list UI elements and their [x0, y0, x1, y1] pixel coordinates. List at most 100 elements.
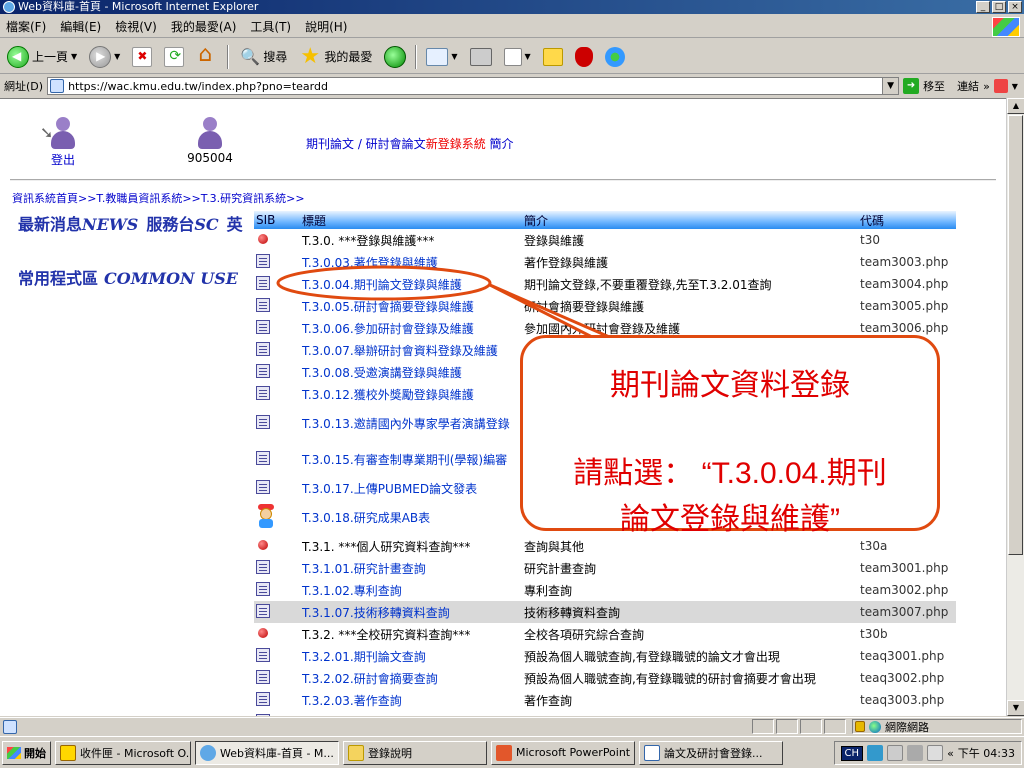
- menu-file[interactable]: 檔案(F): [6, 18, 46, 35]
- stop-icon: [132, 46, 153, 67]
- row-title-link[interactable]: T.3.1.07.技術移轉資料查詢: [300, 601, 522, 623]
- edit-dropdown-icon[interactable]: ▼: [525, 52, 531, 61]
- row-title-link[interactable]: T.3.1.02.專利查詢: [300, 579, 522, 601]
- note-button[interactable]: [540, 43, 566, 71]
- table-row: T.3.2.04.參加國內外研討會查詢參加國內外研討會查詢teaq3004.ph…: [254, 711, 956, 716]
- address-dropdown-icon[interactable]: ▼: [882, 78, 899, 94]
- task-powerpoint[interactable]: Microsoft PowerPoint ...: [491, 740, 635, 765]
- tray-icon[interactable]: [927, 745, 944, 761]
- left-nav: 最新消息NEWS 服務台SC 英 常用程式區 COMMON USE: [18, 211, 258, 289]
- search-button[interactable]: 搜尋: [235, 43, 290, 71]
- system-tray: CH « 下午 04:33: [833, 741, 1022, 765]
- menu-tools[interactable]: 工具(T): [250, 18, 291, 35]
- devil-button[interactable]: [572, 43, 596, 71]
- menu-edit[interactable]: 編輯(E): [60, 18, 101, 35]
- print-button[interactable]: [467, 43, 495, 71]
- nav-service-desk[interactable]: 服務台SC: [146, 211, 218, 235]
- row-title-link[interactable]: T.3.2.04.參加國內外研討會查詢: [300, 711, 522, 717]
- row-title-link[interactable]: T.3.0.05.研討會摘要登錄與維護: [300, 295, 522, 317]
- addon-dropdown-icon[interactable]: ▼: [1012, 82, 1018, 91]
- scroll-down-icon[interactable]: ▼: [1007, 700, 1024, 716]
- user-profile[interactable]: 905004: [182, 117, 238, 165]
- links-chevron-icon[interactable]: »: [983, 80, 990, 93]
- callout-title: 期刊論文資料登錄: [610, 369, 850, 402]
- menu-view[interactable]: 檢視(V): [115, 18, 157, 35]
- row-description: 技術移轉資料查詢: [522, 601, 858, 623]
- table-row: T.3.0.04.期刊論文登錄與維護 期刊論文登錄,不要重覆登錄,先至T.3.2.…: [254, 273, 956, 295]
- toolbar-separator: [415, 44, 418, 69]
- tray-icon[interactable]: [887, 745, 904, 761]
- go-button[interactable]: 移至: [923, 78, 945, 94]
- task-ie[interactable]: Web資料庫-首頁 - M...: [195, 740, 339, 765]
- row-title-link[interactable]: T.3.2.03.著作查詢: [300, 689, 522, 711]
- task-folder[interactable]: 登錄說明: [343, 740, 487, 765]
- tray-icon[interactable]: [867, 745, 884, 761]
- nav-common-use[interactable]: 常用程式區 COMMON USE: [18, 265, 258, 289]
- row-title-link[interactable]: T.3.2.02.研討會摘要查詢: [300, 667, 522, 689]
- forward-button[interactable]: ▼: [86, 43, 123, 71]
- minimize-button[interactable]: _: [976, 1, 990, 13]
- messenger-button[interactable]: [602, 43, 628, 71]
- back-dropdown-icon[interactable]: ▼: [71, 52, 77, 61]
- clock: 下午 04:33: [957, 747, 1015, 760]
- row-title-link[interactable]: T.3.2.01.期刊論文查詢: [300, 645, 522, 667]
- media-button[interactable]: [381, 43, 409, 71]
- breadcrumb[interactable]: 資訊系統首頁>>T.教職員資訊系統>>T.3.研究資訊系統>>: [12, 190, 305, 206]
- row-code: team3002.php: [860, 583, 949, 597]
- folder-icon: [348, 744, 364, 761]
- address-url: https://wac.kmu.edu.tw/index.php?pno=tea…: [68, 79, 328, 93]
- links-button[interactable]: 連結: [957, 78, 979, 94]
- logout-link[interactable]: ➘ 登出: [38, 117, 88, 168]
- printer-icon: [469, 47, 492, 66]
- row-code: team3007.php: [858, 601, 956, 623]
- maximize-button[interactable]: □: [992, 1, 1006, 13]
- lock-icon: [855, 721, 865, 732]
- scroll-thumb[interactable]: [1008, 115, 1023, 555]
- callout-instruction-line2: 論文登錄與維護”: [620, 503, 840, 536]
- document-icon: [256, 669, 270, 684]
- document-icon: [256, 341, 270, 356]
- row-title-link[interactable]: T.3.0.06.參加研討會登錄及維護: [300, 317, 522, 339]
- forward-dropdown-icon[interactable]: ▼: [114, 52, 120, 61]
- mail-dropdown-icon[interactable]: ▼: [451, 52, 457, 61]
- row-title-link[interactable]: T.3.1.01.研究計畫查詢: [300, 557, 522, 579]
- refresh-button[interactable]: [161, 43, 187, 71]
- row-title-link[interactable]: T.3.0.18.研究成果AB表: [300, 499, 522, 535]
- back-button[interactable]: 上一頁 ▼: [4, 43, 80, 71]
- row-title-link[interactable]: T.3.0.04.期刊論文登錄與維護: [300, 273, 522, 295]
- row-title-link[interactable]: T.3.0.07.舉辦研討會資料登錄及維護: [300, 339, 522, 361]
- page-title[interactable]: 期刊論文 / 研討會論文新登錄系統 簡介: [306, 135, 514, 152]
- favorites-button[interactable]: 我的最愛: [296, 43, 375, 71]
- menu-favorites[interactable]: 我的最愛(A): [171, 18, 237, 35]
- address-input[interactable]: https://wac.kmu.edu.tw/index.php?pno=tea…: [47, 77, 900, 95]
- row-title-link[interactable]: T.3.0.08.受邀演講登錄與維護: [300, 361, 522, 383]
- ime-indicator[interactable]: CH: [840, 745, 864, 761]
- close-button[interactable]: ×: [1008, 1, 1022, 13]
- task-document[interactable]: 論文及研討會登錄...: [639, 740, 783, 765]
- menu-help[interactable]: 說明(H): [305, 18, 347, 35]
- nav-english[interactable]: 英: [227, 211, 243, 235]
- scroll-up-icon[interactable]: ▲: [1007, 98, 1024, 114]
- edit-button[interactable]: ▼: [501, 43, 534, 71]
- row-title-link[interactable]: T.3.0.12.獲校外獎勵登錄與維護: [300, 383, 522, 405]
- nav-news[interactable]: 最新消息NEWS: [18, 211, 138, 235]
- row-title-link[interactable]: T.3.0.17.上傳PUBMED論文發表: [300, 477, 522, 499]
- home-button[interactable]: [193, 42, 221, 71]
- back-label: 上一頁: [32, 50, 69, 64]
- star-icon: [299, 44, 321, 69]
- tray-icon[interactable]: [907, 745, 924, 761]
- row-title-link[interactable]: T.3.0.13.邀請國內外專家學者演講登錄: [300, 405, 522, 441]
- task-outlook[interactable]: 收件匣 - Microsoft O...: [55, 740, 191, 765]
- table-row: T.3.2. ***全校研究資料查詢*** 全校各項研究綜合查詢 t30b: [254, 623, 956, 645]
- devil-icon: [574, 46, 593, 67]
- mail-button[interactable]: ▼: [423, 43, 460, 71]
- vertical-scrollbar[interactable]: ▲ ▼: [1006, 98, 1024, 716]
- stop-button[interactable]: [129, 43, 155, 71]
- row-title-link[interactable]: T.3.0.15.有審查制專業期刊(學報)編審: [300, 441, 522, 477]
- go-arrow-icon[interactable]: ➜: [903, 78, 920, 94]
- document-icon: [256, 275, 270, 290]
- tray-expand-icon[interactable]: «: [947, 747, 954, 760]
- row-title-link[interactable]: T.3.0.03.著作登錄與維護: [300, 251, 522, 273]
- addon-icon[interactable]: [993, 79, 1008, 93]
- start-button[interactable]: 開始: [2, 740, 51, 765]
